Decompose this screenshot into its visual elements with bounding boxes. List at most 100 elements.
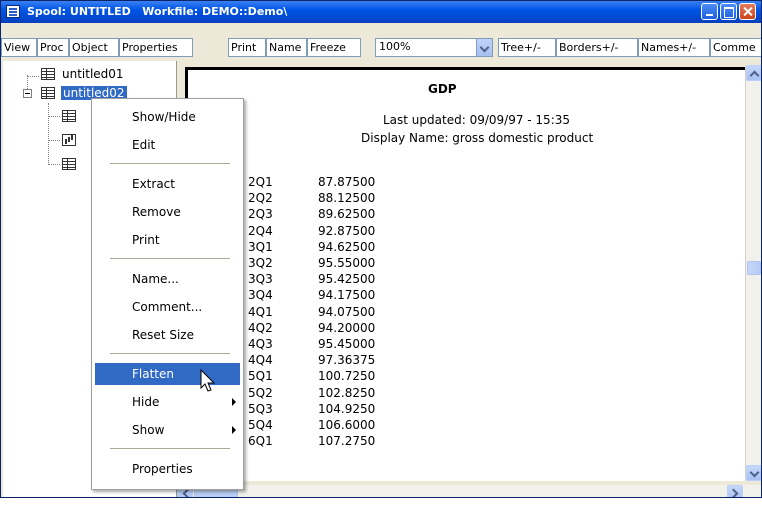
tree-item-label: untitled01: [62, 67, 124, 81]
observation-label: 3Q4: [248, 288, 273, 303]
borders-toggle-button[interactable]: Borders+/-: [556, 38, 638, 57]
menu-separator: [110, 163, 230, 164]
menu-item-extract[interactable]: Extract: [95, 173, 240, 195]
spool-icon: [41, 87, 55, 99]
menu-item-label: Comment...: [132, 300, 203, 314]
table-icon: [41, 68, 55, 80]
menu-item-print[interactable]: Print: [95, 229, 240, 251]
comments-toggle-button[interactable]: Comme: [710, 38, 761, 57]
observation-value: 95.45000: [318, 337, 376, 352]
freeze-button[interactable]: Freeze: [307, 38, 361, 57]
menu-item-label: Show: [132, 423, 165, 437]
observation-label: 2Q4: [248, 223, 273, 238]
spool-window: Spool: UNTITLED Workfile: DEMO::Demo\ Vi…: [0, 0, 762, 498]
maximize-button[interactable]: [720, 3, 737, 20]
observation-label: 3Q2: [248, 256, 273, 271]
chevron-down-icon[interactable]: [476, 39, 492, 56]
observation-value: 88.12500: [318, 191, 376, 206]
observation-label: 3Q3: [248, 272, 273, 287]
menu-item-remove[interactable]: Remove: [95, 201, 240, 223]
table-icon[interactable]: [62, 110, 76, 122]
spool-output: GDP Last updated: 09/09/97 - 15:35 Displ…: [185, 67, 745, 481]
scroll-thumb[interactable]: [747, 261, 761, 275]
observation-label: 5Q4: [248, 418, 273, 433]
observation-value: 97.36375: [318, 353, 376, 368]
observation-value: 106.6000: [318, 418, 376, 433]
observation-value: 95.55000: [318, 256, 376, 271]
view-button[interactable]: View: [1, 38, 37, 57]
menu-item-label: Edit: [132, 138, 156, 152]
menu-separator: [110, 448, 230, 449]
horizontal-scrollbar[interactable]: [177, 485, 761, 497]
observation-value: 95.42500: [318, 272, 376, 287]
graph-icon[interactable]: [62, 134, 76, 146]
spool-icon: [6, 5, 20, 18]
menu-item-show[interactable]: Show: [95, 419, 240, 441]
observation-label: 2Q2: [248, 191, 273, 206]
observation-value: 94.62500: [318, 239, 376, 254]
title-bar[interactable]: Spool: UNTITLED Workfile: DEMO::Demo\: [1, 1, 761, 23]
observation-label: 2Q3: [248, 207, 273, 222]
observation-label: 2Q1: [248, 175, 273, 189]
submenu-arrow-icon: [232, 426, 236, 434]
scroll-right-icon[interactable]: [727, 485, 743, 497]
collapse-icon[interactable]: [23, 89, 32, 98]
menu-item-flatten[interactable]: Flatten: [95, 363, 240, 385]
observation-label: 5Q1: [248, 369, 273, 384]
display-name-text: Display Name: gross domestic product: [361, 131, 594, 145]
menu-item-reset-size[interactable]: Reset Size: [95, 324, 240, 346]
minimize-button[interactable]: [701, 3, 718, 20]
zoom-value: 100%: [379, 40, 411, 53]
properties-button[interactable]: Properties: [119, 38, 193, 57]
close-button[interactable]: [739, 3, 756, 20]
submenu-arrow-icon: [232, 398, 236, 406]
menu-item-label: Flatten: [132, 367, 174, 381]
proc-button[interactable]: Proc: [37, 38, 69, 57]
object-button[interactable]: Object: [69, 38, 119, 57]
print-button[interactable]: Print: [228, 38, 266, 57]
menu-item-label: Hide: [132, 395, 160, 409]
observation-value: 94.07500: [318, 304, 376, 319]
menu-item-label: Reset Size: [132, 328, 194, 342]
observation-label: 4Q1: [248, 304, 273, 319]
observation-label: 4Q2: [248, 320, 273, 335]
menu-item-label: Show/Hide: [132, 110, 196, 124]
menu-item-properties[interactable]: Properties: [95, 458, 240, 480]
vertical-scrollbar[interactable]: [745, 65, 761, 481]
name-button[interactable]: Name: [266, 38, 307, 57]
menu-item-show-hide[interactable]: Show/Hide: [95, 106, 240, 128]
menu-item-label: Remove: [132, 205, 181, 219]
menu-item-hide[interactable]: Hide: [95, 391, 240, 413]
zoom-select[interactable]: 100%: [375, 38, 493, 57]
scroll-down-icon[interactable]: [746, 465, 761, 481]
menu-item-label: Extract: [132, 177, 175, 191]
menu-item-edit[interactable]: Edit: [95, 134, 240, 156]
observation-column: 2Q1 2Q2 2Q3 2Q4 3Q1 3Q2 3Q3 3Q4 4Q1 4Q2 4Q3 4Q4 5Q1 5…: [248, 174, 273, 449]
scroll-up-icon[interactable]: [746, 65, 761, 81]
value-column: 87.87500 88.12500 89.62500 92.87500 94.62500…: [318, 174, 375, 449]
observation-label: 6Q1: [248, 434, 273, 449]
observation-value: 89.62500: [318, 207, 376, 222]
last-updated-text: Last updated: 09/09/97 - 15:35: [383, 113, 571, 127]
menu-item-label: Name...: [132, 272, 179, 286]
menu-item-label: Properties: [132, 462, 193, 476]
tree-toggle-button[interactable]: Tree+/-: [498, 38, 556, 57]
observation-value: 107.2750: [318, 434, 376, 449]
observation-label: 4Q4: [248, 353, 273, 368]
document-title: GDP: [428, 82, 457, 96]
observation-label: 3Q1: [248, 239, 273, 254]
menu-item-comment[interactable]: Comment...: [95, 296, 240, 318]
observation-value: 104.9250: [318, 401, 376, 416]
table-icon[interactable]: [62, 158, 76, 170]
context-menu: Show/Hide Edit Extract Remove Print Name…: [91, 98, 244, 490]
observation-label: 5Q2: [248, 385, 273, 400]
observation-value: 94.20000: [318, 320, 376, 335]
names-toggle-button[interactable]: Names+/-: [638, 38, 710, 57]
observation-value: 102.8250: [318, 385, 376, 400]
menu-separator: [110, 258, 230, 259]
toolbar: View Proc Object Properties Print Name F…: [1, 23, 761, 61]
menu-separator: [110, 353, 230, 354]
observation-value: 92.87500: [318, 223, 376, 238]
mouse-pointer-icon: [200, 369, 216, 392]
menu-item-name[interactable]: Name...: [95, 268, 240, 290]
